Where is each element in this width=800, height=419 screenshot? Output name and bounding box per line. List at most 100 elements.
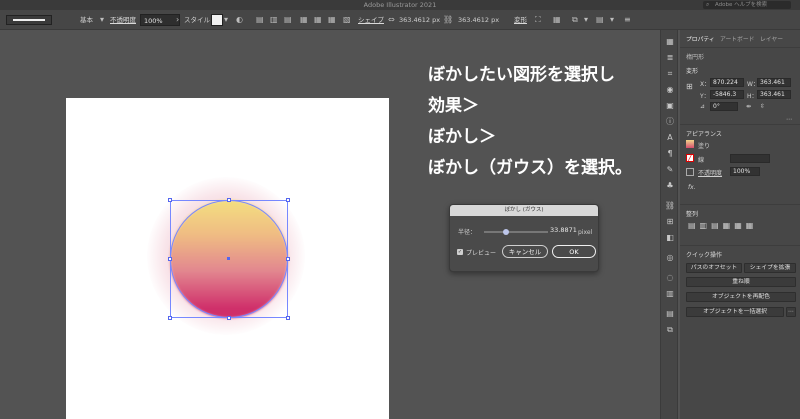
rotation-field[interactable]: 0° <box>710 102 738 111</box>
more-options-icon[interactable]: ⋯ <box>786 116 792 123</box>
align-center-icon[interactable]: ▥ <box>270 14 278 26</box>
info-icon[interactable]: ⓘ <box>664 116 676 128</box>
instruction-line-3: ぼかし＞ <box>428 127 496 147</box>
navigator-icon[interactable]: ⊞ <box>664 216 676 228</box>
transform-title: 変形 <box>686 68 699 75</box>
w-field[interactable]: 363.461 <box>757 78 791 87</box>
links-icon[interactable]: ⛓ <box>664 200 676 212</box>
width-field[interactable]: 363.4612 px <box>399 14 440 26</box>
appearance-icon[interactable]: ▥ <box>664 288 676 300</box>
opacity-link[interactable]: 不透明度 <box>698 168 722 177</box>
y-field[interactable]: -5846.3 <box>710 90 744 99</box>
opacity-link[interactable]: 不透明度 <box>110 14 136 26</box>
recolor-button[interactable]: オブジェクトを再配色 <box>686 292 796 302</box>
offset-path-button[interactable]: パスのオフセット <box>686 263 742 273</box>
character-icon[interactable]: A <box>664 132 676 144</box>
tab-layers[interactable]: レイヤー <box>760 35 783 46</box>
resize-handle-top-right[interactable] <box>286 198 290 202</box>
align-icon[interactable]: ▤ <box>664 308 676 320</box>
resize-handle-bottom-right[interactable] <box>286 316 290 320</box>
pathfinder-icon[interactable]: ⧉ <box>664 324 676 336</box>
title-bar: Adobe Illustrator 2021 ⌕ Adobe ヘルプを検索 <box>0 0 800 10</box>
reference-point-icon[interactable]: ⊞ <box>686 82 693 91</box>
layers-icon[interactable]: ≣ <box>664 52 676 64</box>
panel-tabs: プロパティ アートボード レイヤー <box>680 35 800 46</box>
instruction-line-4: ぼかし（ガウス）を選択。 <box>428 158 632 178</box>
rotate-icon: ⊿ <box>700 103 706 110</box>
chevron-down-icon[interactable]: ▾ <box>100 14 104 26</box>
height-field[interactable]: 363.4612 px <box>458 14 499 26</box>
symbols-icon[interactable]: ♣ <box>664 180 676 192</box>
resize-handle-right[interactable] <box>286 257 290 261</box>
brush-icon[interactable]: ✎ <box>664 164 676 176</box>
menu-icon[interactable]: ≡ <box>624 14 631 26</box>
align-buttons-icon[interactable]: ▤▥▤▦▦▦ <box>688 221 757 230</box>
arrange-button[interactable]: 重ね順 <box>686 277 796 287</box>
radius-label: 半径： <box>458 229 477 236</box>
transform-link[interactable]: 変形 <box>514 14 527 26</box>
align-right-icon[interactable]: ▤ <box>284 14 292 26</box>
h-field[interactable]: 363.461 <box>757 90 791 99</box>
instruction-line-2: 効果＞ <box>428 96 479 116</box>
resize-handle-left[interactable] <box>168 257 172 261</box>
help-search-placeholder: Adobe ヘルプを検索 <box>715 2 768 8</box>
chevron-down-icon[interactable]: ▾ <box>610 14 614 26</box>
chevron-down-icon[interactable]: ▾ <box>584 14 588 26</box>
fx-button[interactable]: fx. <box>688 184 696 191</box>
tab-properties[interactable]: プロパティ <box>686 35 715 46</box>
fill-swatch[interactable] <box>686 140 694 148</box>
stroke-style-dropdown[interactable] <box>6 15 52 25</box>
dialog-title[interactable]: ぼかし (ガウス) <box>450 205 598 216</box>
stroke-icon[interactable]: ◎ <box>664 252 676 264</box>
flip-horizontal-icon[interactable]: ⇹ <box>746 103 751 110</box>
panel-icons-strip: ▦ ≣ ⌗ ◉ ▣ ⓘ A ¶ ✎ ♣ ⛓ ⊞ ◧ ◎ ◌ ▥ ▤ ⧉ <box>660 30 678 419</box>
x-label: X： <box>700 81 711 88</box>
resize-handle-bottom[interactable] <box>227 316 231 320</box>
tab-artboard[interactable]: アートボード <box>720 35 754 46</box>
align-bottom-icon[interactable]: ▦ <box>328 14 336 26</box>
arrange-icon[interactable]: ⧉ <box>572 14 578 26</box>
grid-icon[interactable]: ▦ <box>553 14 561 26</box>
expand-shape-button[interactable]: シェイプを拡張 <box>744 263 796 273</box>
swatches-icon[interactable]: ▣ <box>664 100 676 112</box>
transparency-icon[interactable]: ◌ <box>664 272 676 284</box>
cancel-button[interactable]: キャンセル <box>502 245 548 258</box>
radius-slider-knob[interactable] <box>503 229 510 235</box>
isolate-icon[interactable]: ⛶ <box>535 14 541 26</box>
preview-checkbox[interactable]: ✓ <box>457 249 463 255</box>
search-icon: ⌕ <box>706 1 710 8</box>
x-field[interactable]: 870.224 <box>710 78 744 87</box>
layout-icon[interactable]: ▤ <box>596 14 604 26</box>
opacity-field[interactable]: 100% <box>730 167 760 176</box>
link-icon[interactable]: ⛓ <box>443 14 453 26</box>
align-middle-icon[interactable]: ▦ <box>314 14 322 26</box>
stroke-weight-field[interactable] <box>730 154 770 163</box>
select-same-button[interactable]: オブジェクトを一括選択 <box>686 307 784 317</box>
flip-vertical-icon[interactable]: ⇳ <box>760 103 765 110</box>
ok-button[interactable]: OK <box>552 245 596 258</box>
chevron-down-icon[interactable]: ▾ <box>224 14 228 26</box>
align-left-icon[interactable]: ▤ <box>256 14 264 26</box>
divider <box>680 204 800 205</box>
select-same-menu-button[interactable]: ⋯ <box>786 307 796 317</box>
stroke-style-label: 基本 <box>80 16 93 24</box>
resize-handle-top-left[interactable] <box>168 198 172 202</box>
resize-handle-bottom-left[interactable] <box>168 316 172 320</box>
help-search[interactable]: ⌕ Adobe ヘルプを検索 <box>703 1 791 9</box>
gradient-icon[interactable]: ◧ <box>664 232 676 244</box>
recolor-icon[interactable]: ◐ <box>236 14 243 26</box>
stroke-none-swatch[interactable]: ╱ <box>686 154 694 162</box>
chevron-right-icon[interactable]: › <box>176 14 179 26</box>
opacity-field[interactable]: 100% <box>140 14 180 26</box>
color-icon[interactable]: ◉ <box>664 84 676 96</box>
distribute-icon[interactable]: ▧ <box>343 14 351 26</box>
style-swatch[interactable] <box>211 14 223 26</box>
gaussian-blur-dialog: ぼかし (ガウス) 半径： 33.8871 pixel ✓ プレビュー キャンセ… <box>449 204 599 272</box>
resize-handle-top[interactable] <box>227 198 231 202</box>
radius-slider-track[interactable] <box>484 231 548 233</box>
libraries-icon[interactable]: ⌗ <box>664 68 676 80</box>
paragraph-icon[interactable]: ¶ <box>664 148 676 160</box>
properties-icon[interactable]: ▦ <box>664 36 676 48</box>
shape-link[interactable]: シェイプ <box>358 14 384 26</box>
align-top-icon[interactable]: ▦ <box>300 14 308 26</box>
